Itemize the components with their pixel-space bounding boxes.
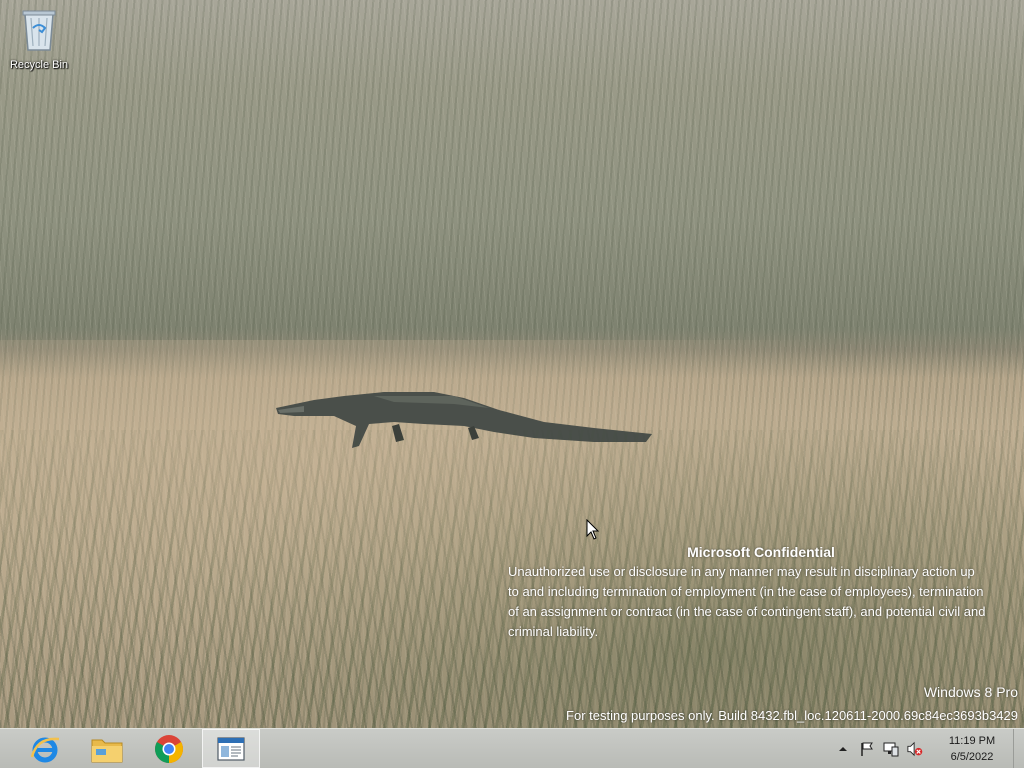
taskbar[interactable]: 11:19 PM 6/5/2022	[0, 728, 1024, 768]
watermark-title: Microsoft Confidential	[687, 544, 835, 560]
action-center-flag-icon[interactable]	[859, 741, 875, 757]
show-hidden-icons-arrow[interactable]	[835, 741, 851, 757]
desktop[interactable]: Recycle Bin Microsoft Confidential Unaut…	[0, 0, 1024, 728]
build-string-label: For testing purposes only. Build 8432.fb…	[566, 708, 1018, 723]
mouse-cursor-icon	[586, 519, 600, 540]
windows-edition-label: Windows 8 Pro	[923, 684, 1018, 700]
recycle-bin-icon	[22, 10, 56, 51]
clock-time: 11:19 PM	[948, 734, 996, 747]
taskbar-clock[interactable]: 11:19 PM 6/5/2022	[933, 733, 1011, 765]
chrome-icon	[155, 734, 183, 763]
flag-icon	[861, 742, 873, 756]
recycle-bin-label: Recycle Bin	[9, 59, 69, 71]
internet-explorer-icon	[30, 737, 60, 762]
volume-muted-icon[interactable]	[907, 741, 923, 757]
speaker-muted-icon	[907, 741, 923, 756]
folder-icon	[91, 739, 123, 762]
clock-date: 6/5/2022	[950, 750, 994, 763]
confidential-watermark: Microsoft Confidential Unauthorized use …	[508, 544, 1008, 642]
desktop-icon-recycle-bin[interactable]: Recycle Bin	[4, 6, 74, 76]
window-icon	[217, 736, 245, 761]
chevron-up-icon	[839, 746, 847, 751]
show-desktop-button[interactable]	[1013, 729, 1024, 768]
watermark-body: Unauthorized use or disclosure in any ma…	[508, 564, 986, 639]
network-monitor-icon	[883, 742, 899, 756]
taskbar-file-explorer-button[interactable]	[78, 729, 136, 768]
system-tray: 11:19 PM 6/5/2022	[831, 729, 1024, 768]
taskbar-internet-explorer-button[interactable]	[16, 729, 74, 768]
taskbar-chrome-button[interactable]	[140, 729, 198, 768]
taskbar-open-window-button[interactable]	[202, 729, 260, 768]
network-icon[interactable]	[883, 741, 899, 757]
